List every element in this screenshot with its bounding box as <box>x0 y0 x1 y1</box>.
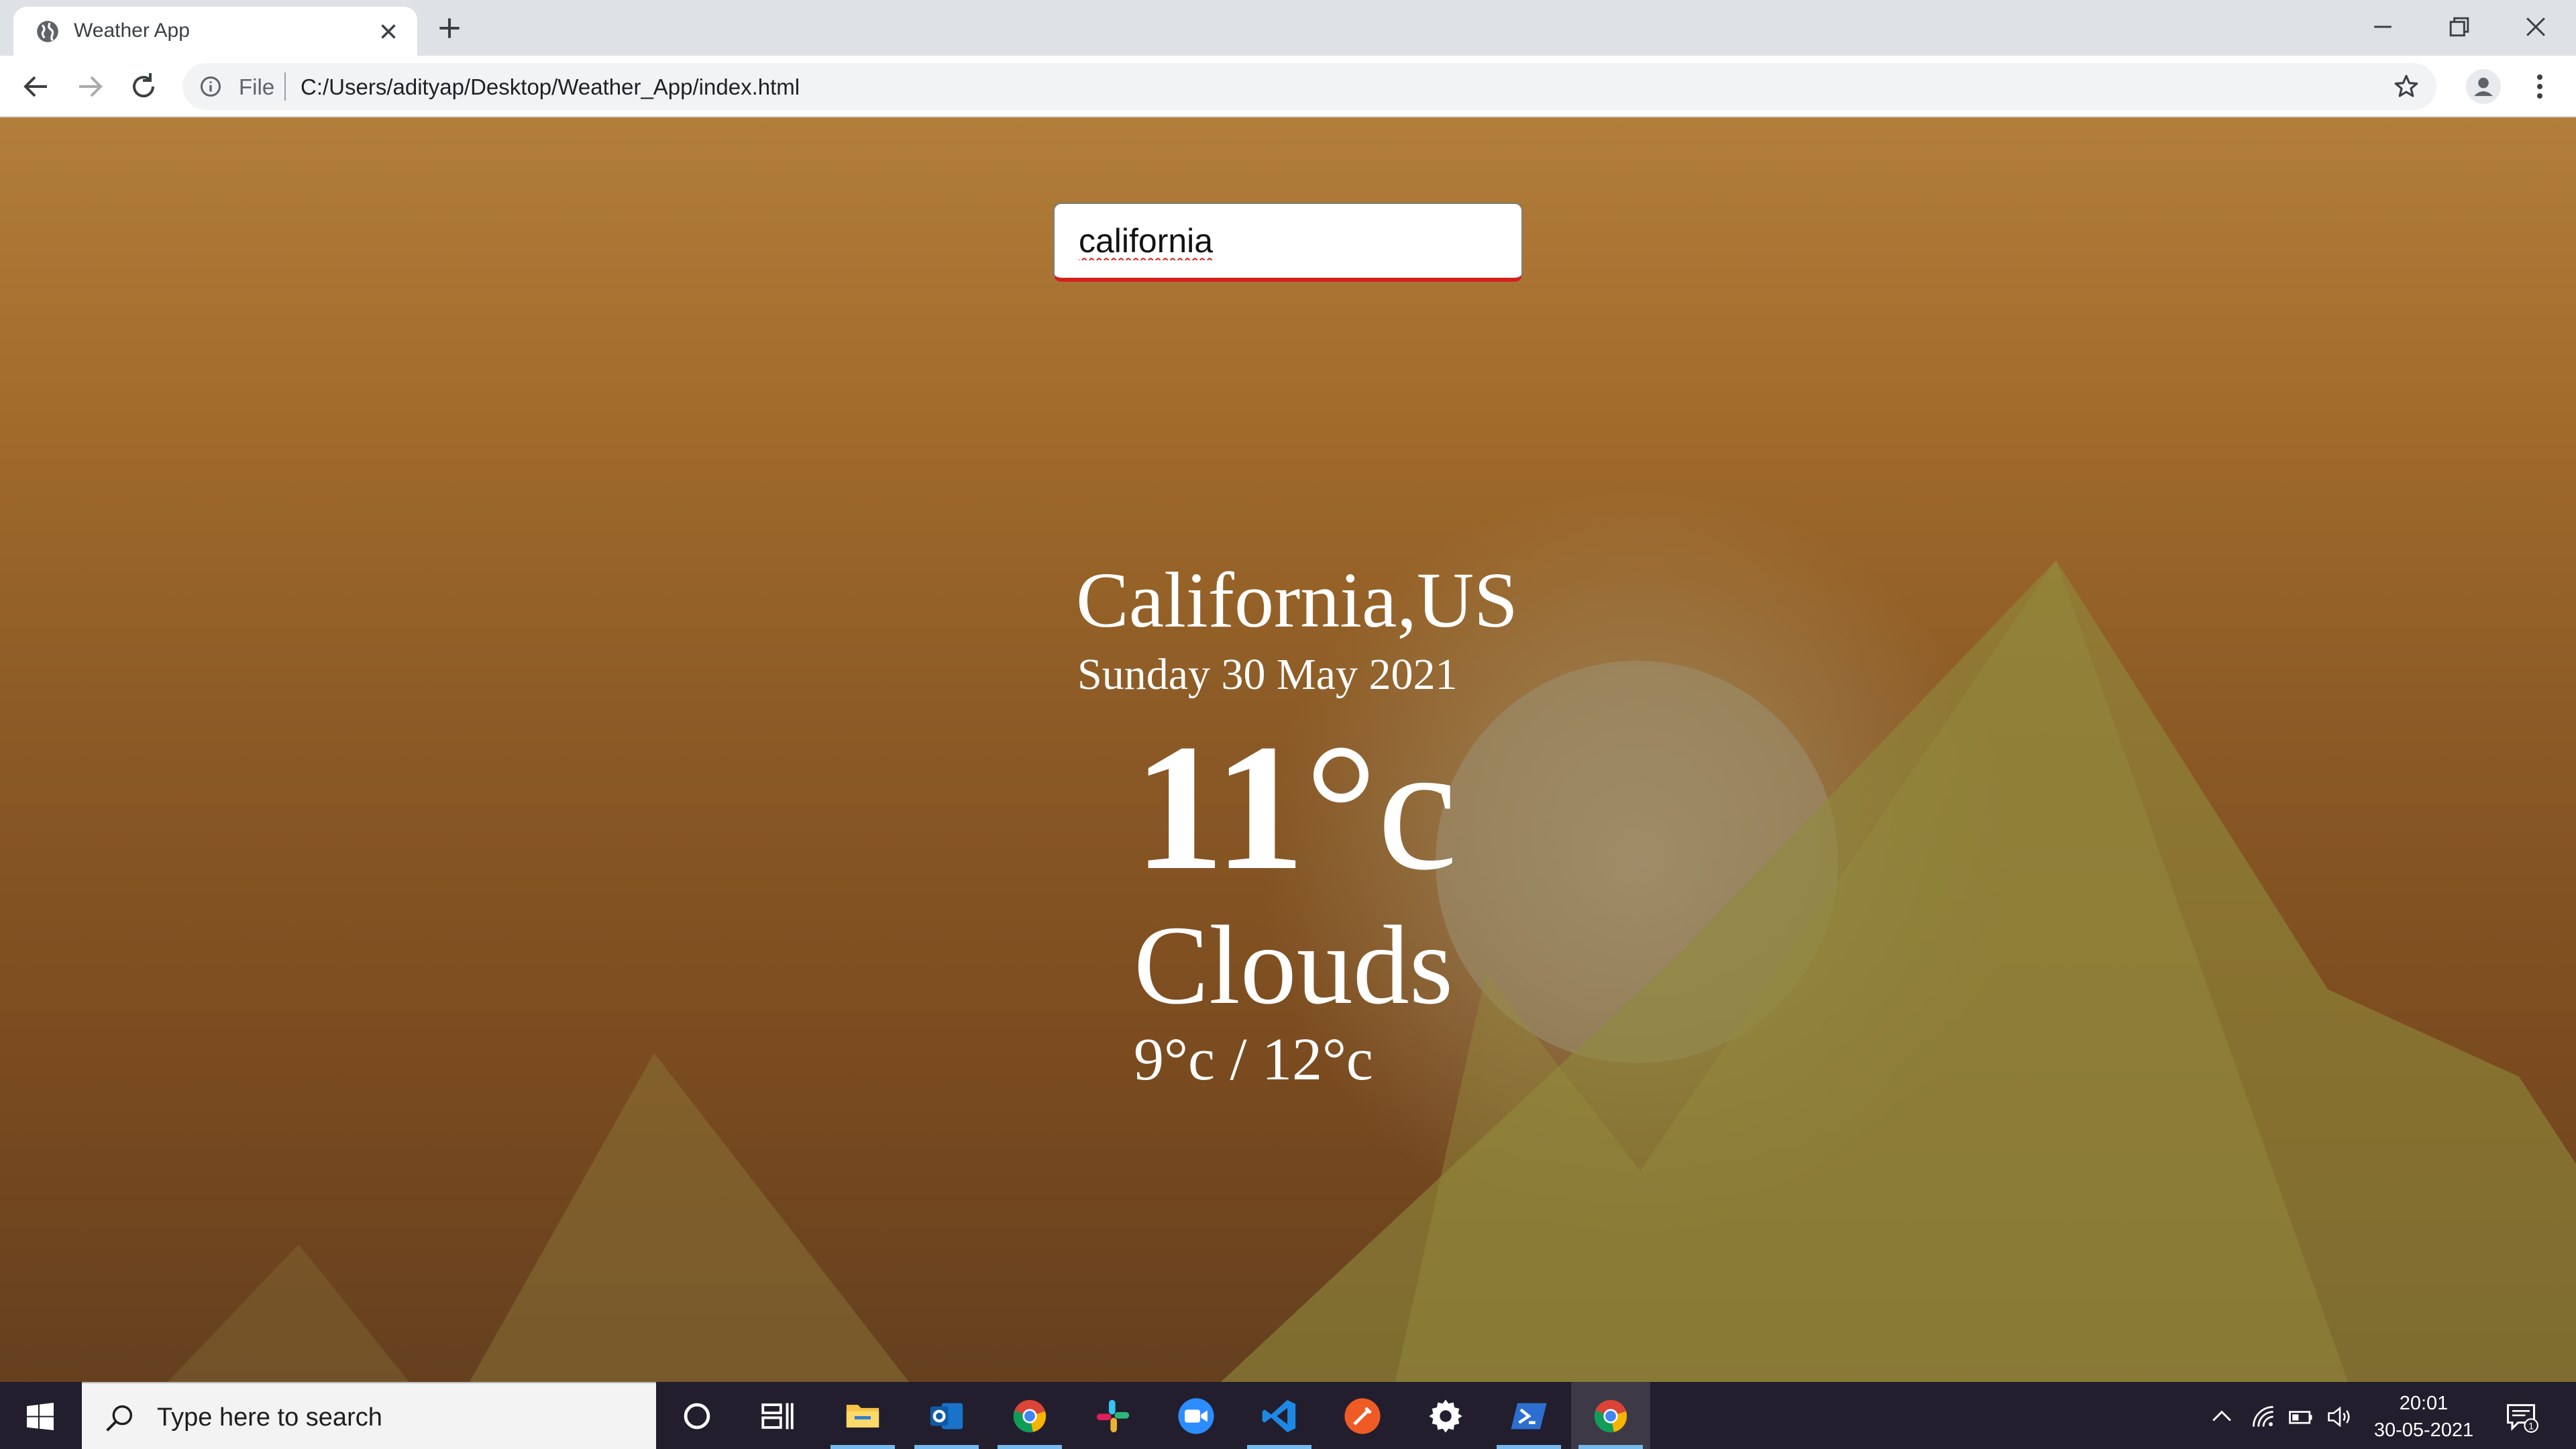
restore-icon[interactable] <box>2445 12 2474 42</box>
address-bar[interactable]: File C:/Users/adityap/Desktop/Weather_Ap… <box>182 63 2436 110</box>
running-indicator <box>914 1445 979 1449</box>
info-icon[interactable] <box>199 74 223 99</box>
more-vert-icon[interactable] <box>2524 70 2556 103</box>
postman-icon[interactable] <box>1343 1397 1382 1436</box>
current-date: Sunday 30 May 2021 <box>1077 650 1458 699</box>
min-max-temperature: 9°c / 12°c <box>1134 1026 1373 1093</box>
chrome-icon[interactable] <box>1010 1397 1049 1436</box>
omnibox-divider <box>284 72 286 101</box>
omnibox-url[interactable]: C:/Users/adityap/Desktop/Weather_App/ind… <box>301 74 800 100</box>
running-indicator <box>1497 1445 1561 1449</box>
person-icon <box>2473 77 2493 97</box>
windows-start-icon[interactable] <box>24 1401 56 1433</box>
profile-avatar[interactable] <box>2466 69 2501 104</box>
weather-page: California,US Sunday 30 May 2021 11°c Cl… <box>0 117 2576 1382</box>
clock-time: 20:01 <box>2399 1393 2449 1414</box>
slack-icon[interactable] <box>1093 1397 1132 1436</box>
search-icon <box>106 1405 133 1432</box>
taskbar-search-box[interactable]: Type here to search <box>82 1382 656 1449</box>
volume-icon[interactable] <box>2325 1402 2355 1432</box>
minimize-icon[interactable] <box>2368 12 2398 42</box>
settings-gear-icon[interactable] <box>1426 1397 1465 1436</box>
notification-center-button[interactable]: 1 <box>2504 1399 2538 1434</box>
back-arrow-icon[interactable] <box>20 70 52 103</box>
zoom-icon[interactable] <box>1177 1397 1216 1436</box>
chevron-up-icon[interactable] <box>2207 1402 2237 1432</box>
outlook-icon[interactable] <box>927 1397 966 1436</box>
file-explorer-icon[interactable] <box>843 1397 882 1436</box>
temperature-value: 11 <box>1134 707 1305 908</box>
chrome-active-icon[interactable] <box>1591 1397 1630 1436</box>
cortana-icon[interactable] <box>678 1397 716 1436</box>
omnibox-scheme-label: File <box>239 74 275 99</box>
battery-icon[interactable] <box>2286 1402 2316 1432</box>
weather-card: California,US Sunday 30 May 2021 11°c Cl… <box>0 117 2576 1382</box>
vscode-icon[interactable] <box>1260 1397 1299 1436</box>
task-view-icon[interactable] <box>758 1397 797 1436</box>
globe-icon <box>37 21 58 42</box>
reload-icon[interactable] <box>127 70 160 103</box>
clock-date: 30-05-2021 <box>2373 1419 2474 1441</box>
bookmark-star-icon[interactable] <box>2392 72 2420 101</box>
location-name: California,US <box>1076 556 1518 644</box>
current-temperature: 11°c <box>1134 708 1458 907</box>
running-indicator <box>830 1445 895 1449</box>
taskbar-search-placeholder: Type here to search <box>157 1403 382 1432</box>
powershell-icon[interactable] <box>1509 1397 1548 1436</box>
close-icon[interactable] <box>376 19 401 44</box>
window-close-icon[interactable] <box>2521 12 2551 42</box>
temperature-unit: °c <box>1305 707 1458 908</box>
running-indicator <box>1247 1445 1311 1449</box>
weather-condition: Clouds <box>1134 903 1454 1028</box>
new-tab-plus-icon[interactable] <box>435 13 464 43</box>
windows-taskbar: Type here to search 20:01 30-05-2021 1 <box>0 1382 2576 1449</box>
notification-icon: 1 <box>2506 1404 2538 1433</box>
running-indicator <box>998 1445 1062 1449</box>
forward-arrow-icon[interactable] <box>74 70 106 103</box>
tab-title: Weather App <box>74 19 190 42</box>
browser-tabstrip: Weather App <box>0 0 2576 56</box>
running-indicator <box>1578 1445 1643 1449</box>
browser-toolbar: File C:/Users/adityap/Desktop/Weather_Ap… <box>0 56 2576 117</box>
taskbar-clock[interactable]: 20:01 30-05-2021 <box>2367 1390 2481 1444</box>
wifi-icon[interactable] <box>2249 1402 2278 1432</box>
tab-weather-app[interactable]: Weather App <box>13 7 417 56</box>
notification-count: 1 <box>2528 1420 2534 1431</box>
